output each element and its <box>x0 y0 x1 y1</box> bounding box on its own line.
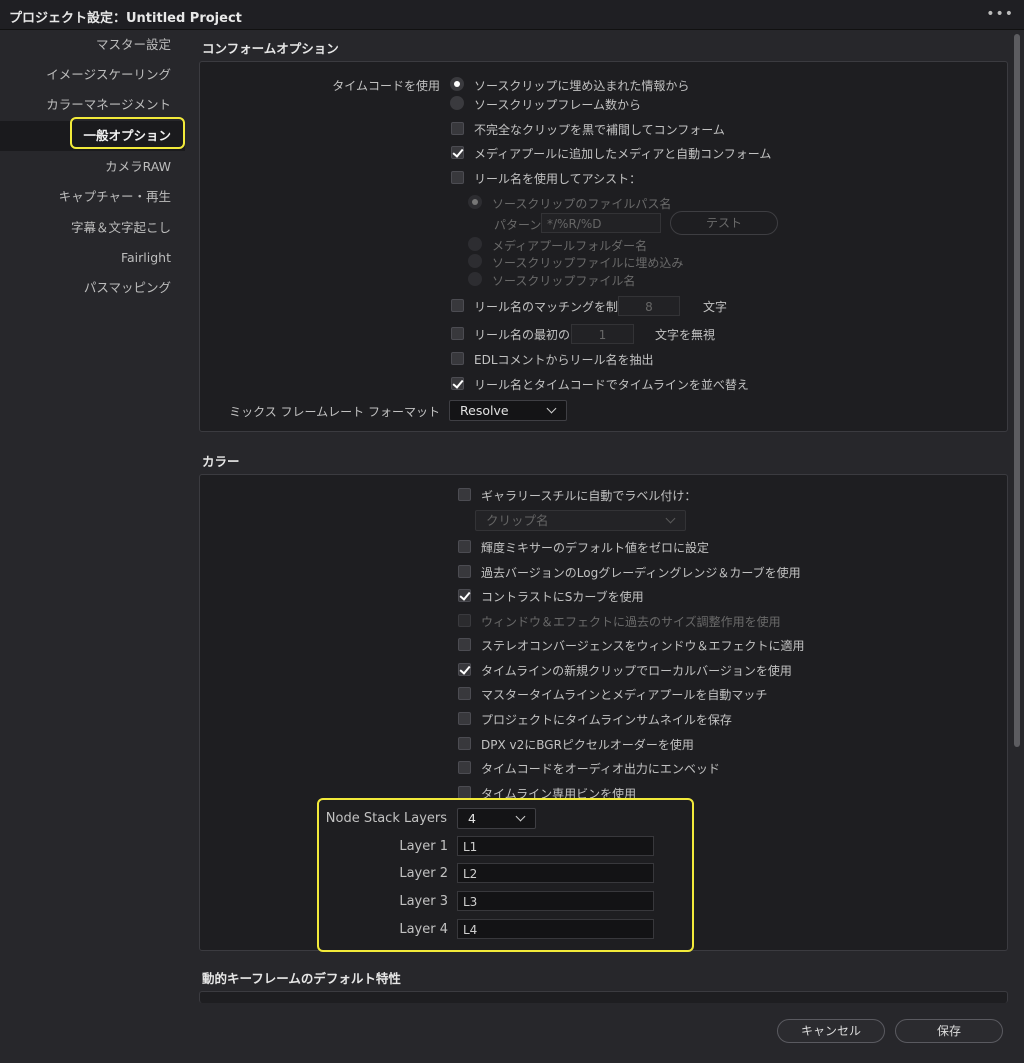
reel-embedded-radio[interactable] <box>468 254 482 268</box>
edl-extract-checkbox[interactable] <box>451 352 464 365</box>
reel-filename-label: ソースクリップファイル名 <box>492 274 636 288</box>
sidebar-item-path-mapping[interactable]: パスマッピング <box>0 273 185 303</box>
embed-tc-label: タイムコードをオーディオ出力にエンベッド <box>481 762 720 776</box>
edl-extract-label: EDLコメントからリール名を抽出 <box>474 353 654 367</box>
dpx-bgr-label: DPX v2にBGRピクセルオーダーを使用 <box>481 738 694 752</box>
color-section-title: カラー <box>202 454 240 469</box>
sidebar-item-color-management[interactable]: カラーマネージメント <box>0 90 185 120</box>
gallery-label-checkbox[interactable] <box>458 488 471 501</box>
more-options-icon[interactable]: ••• <box>986 6 1014 22</box>
sidebar-item-image-scaling[interactable]: イメージスケーリング <box>0 60 185 90</box>
dpx-bgr-checkbox[interactable] <box>458 737 471 750</box>
local-version-checkbox[interactable] <box>458 663 471 676</box>
conform-section-title: コンフォームオプション <box>202 41 339 56</box>
reel-folder-label: メディアプールフォルダー名 <box>492 239 648 253</box>
auto-conform-checkbox[interactable] <box>451 146 464 159</box>
layer-1-input[interactable]: L1 <box>457 836 654 856</box>
limit-reel-label: リール名のマッチングを制限 <box>474 300 631 314</box>
title-bar: プロジェクト設定：Untitled Project ••• <box>0 0 1024 30</box>
save-thumbs-checkbox[interactable] <box>458 712 471 725</box>
keyframe-panel <box>199 991 1008 1003</box>
sort-timeline-label: リール名とタイムコードでタイムラインを並べ替え <box>474 378 749 392</box>
sidebar-item-fairlight[interactable]: Fairlight <box>0 243 185 273</box>
embed-tc-checkbox[interactable] <box>458 761 471 774</box>
luma-mixer-checkbox[interactable] <box>458 540 471 553</box>
scrollbar[interactable] <box>1012 30 1021 1030</box>
keyframe-section-title: 動的キーフレームのデフォルト特性 <box>202 971 401 986</box>
gallery-label-value: クリップ名 <box>486 513 549 528</box>
legacy-sizing-checkbox[interactable] <box>458 614 471 627</box>
layer-2-label: Layer 2 <box>399 866 448 881</box>
legacy-log-checkbox[interactable] <box>458 565 471 578</box>
local-version-label: タイムラインの新規クリップでローカルバージョンを使用 <box>481 664 792 678</box>
gallery-label-dropdown[interactable]: クリップ名 <box>475 510 686 531</box>
sidebar-item-camera-raw[interactable]: カメラRAW <box>0 152 185 182</box>
s-curve-checkbox[interactable] <box>458 589 471 602</box>
mixed-fps-label: ミックス フレームレート フォーマット <box>229 405 440 419</box>
gallery-label-label: ギャラリースチルに自動でラベル付け： <box>481 489 697 503</box>
layer-3-input[interactable]: L3 <box>457 891 654 911</box>
scrollbar-thumb[interactable] <box>1014 34 1020 747</box>
auto-match-checkbox[interactable] <box>458 687 471 700</box>
pattern-label: パターン <box>494 218 542 232</box>
fill-incomplete-checkbox[interactable] <box>451 122 464 135</box>
reel-src-path-label: ソースクリップのファイルパス名 <box>492 197 672 211</box>
save-thumbs-label: プロジェクトにタイムラインサムネイルを保存 <box>481 713 732 727</box>
reel-embedded-label: ソースクリップファイルに埋め込み <box>492 256 684 270</box>
timeline-bin-label: タイムライン専用ビンを使用 <box>481 787 637 801</box>
layer-2-input[interactable]: L2 <box>457 863 654 883</box>
layer-4-input[interactable]: L4 <box>457 919 654 939</box>
test-button[interactable]: テスト <box>670 211 778 235</box>
legacy-sizing-label: ウィンドウ＆エフェクトに過去のサイズ調整作用を使用 <box>481 615 781 629</box>
sort-timeline-checkbox[interactable] <box>451 377 464 390</box>
node-stack-value: 4 <box>468 811 476 826</box>
timecode-label: タイムコードを使用 <box>332 79 440 93</box>
window-title: プロジェクト設定：Untitled Project <box>9 11 242 26</box>
ignore-first-input[interactable]: 1 <box>571 324 634 344</box>
sidebar-item-master-settings[interactable]: マスター設定 <box>0 30 185 60</box>
chevron-down-icon <box>546 403 557 414</box>
timecode-embedded-label: ソースクリップに埋め込まれた情報から <box>474 79 690 93</box>
mixed-fps-value: Resolve <box>460 403 509 418</box>
stereo-label: ステレオコンバージェンスをウィンドウ＆エフェクトに適用 <box>481 639 805 653</box>
reel-src-path-radio[interactable] <box>468 195 482 209</box>
s-curve-label: コントラストにSカーブを使用 <box>481 590 644 604</box>
auto-match-label: マスタータイムラインとメディアプールを自動マッチ <box>481 688 768 702</box>
sidebar-item-general-options[interactable]: 一般オプション <box>0 121 185 151</box>
reel-assist-checkbox[interactable] <box>451 171 464 184</box>
sidebar-item-subtitles[interactable]: 字幕＆文字起こし <box>0 213 185 243</box>
fill-incomplete-label: 不完全なクリップを黒で補間してコンフォーム <box>474 123 725 137</box>
reel-filename-radio[interactable] <box>468 272 482 286</box>
timecode-frame-count-radio[interactable] <box>450 96 464 110</box>
auto-conform-label: メディアプールに追加したメディアと自動コンフォーム <box>474 147 772 161</box>
ignore-first-checkbox[interactable] <box>451 327 464 340</box>
chevron-down-icon <box>515 811 526 822</box>
luma-mixer-label: 輝度ミキサーのデフォルト値をゼロに設定 <box>481 541 710 555</box>
node-stack-label: Node Stack Layers <box>325 811 447 826</box>
layer-1-label: Layer 1 <box>399 839 448 854</box>
layer-4-label: Layer 4 <box>399 922 448 937</box>
cancel-button[interactable]: キャンセル <box>777 1019 885 1043</box>
reel-assist-label: リール名を使用してアシスト： <box>474 172 642 186</box>
ignore-first-label: リール名の最初の <box>474 328 571 342</box>
pattern-input[interactable]: */%R/%D <box>541 213 661 233</box>
stereo-checkbox[interactable] <box>458 638 471 651</box>
mixed-fps-dropdown[interactable]: Resolve <box>449 400 567 421</box>
limit-reel-chars-label: 文字 <box>703 300 728 314</box>
ignore-chars-label: 文字を無視 <box>655 328 716 342</box>
legacy-log-label: 過去バージョンのLogグレーディングレンジ＆カーブを使用 <box>481 566 801 580</box>
layer-3-label: Layer 3 <box>399 894 448 909</box>
timecode-embedded-radio[interactable] <box>450 77 464 91</box>
limit-reel-input[interactable]: 8 <box>618 296 680 316</box>
reel-folder-radio[interactable] <box>468 237 482 251</box>
limit-reel-checkbox[interactable] <box>451 299 464 312</box>
timeline-bin-checkbox[interactable] <box>458 786 471 799</box>
node-stack-dropdown[interactable]: 4 <box>457 808 536 829</box>
sidebar-item-capture-playback[interactable]: キャプチャー・再生 <box>0 182 185 212</box>
timecode-frame-count-label: ソースクリップフレーム数から <box>474 98 642 112</box>
chevron-down-icon <box>665 513 676 524</box>
save-button[interactable]: 保存 <box>895 1019 1003 1043</box>
